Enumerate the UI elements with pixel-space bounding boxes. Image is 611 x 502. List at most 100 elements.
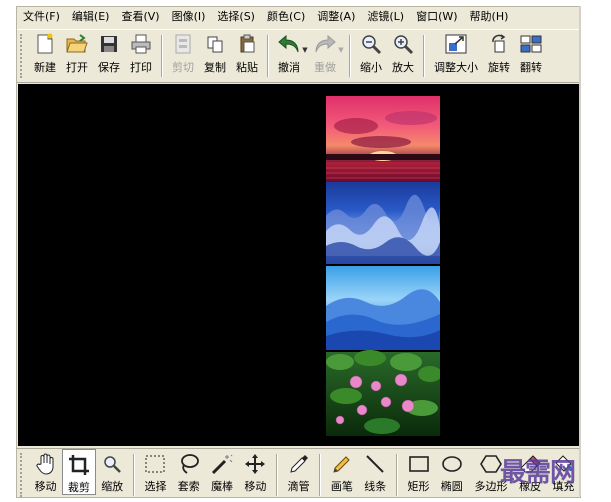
rotate-label: 旋转 — [488, 61, 510, 74]
rectangle-tool[interactable]: 矩形 — [402, 449, 435, 495]
save-button[interactable]: 保存 — [93, 30, 125, 78]
pencil-icon — [331, 453, 353, 475]
menu-edit[interactable]: 编辑(E) — [66, 7, 116, 27]
zoom-out-label: 缩小 — [360, 61, 382, 74]
new-label: 新建 — [34, 61, 56, 74]
flip-button[interactable]: 翻转 — [515, 30, 547, 78]
zoom-in-icon — [392, 33, 414, 55]
menu-window[interactable]: 窗口(W) — [410, 7, 463, 27]
marquee-icon — [144, 453, 166, 475]
app-window: 文件(F) 编辑(E) 查看(V) 图像(I) 选择(S) 颜色(C) 调整(A… — [16, 6, 581, 498]
undo-arrow-icon — [278, 33, 300, 55]
cut-icon — [172, 33, 194, 55]
floppy-disk-icon — [98, 33, 120, 55]
main-toolbar: 新建 打开 保存 打印 剪切 复制 粘贴 撤消 ▼ 重做 ▼ 缩小 放大 调整大… — [17, 29, 580, 83]
undo-label: 撤消 — [278, 61, 300, 74]
copy-icon — [204, 33, 226, 55]
hand-icon — [35, 453, 57, 475]
open-folder-icon — [66, 33, 88, 55]
tools-separator — [319, 454, 322, 496]
flip-icon — [520, 33, 542, 55]
menu-file[interactable]: 文件(F) — [17, 7, 66, 27]
open-label: 打开 — [66, 61, 88, 74]
new-file-icon — [34, 33, 56, 55]
sunset-photo — [326, 96, 440, 182]
menu-image[interactable]: 图像(I) — [166, 7, 212, 27]
new-button[interactable]: 新建 — [29, 30, 61, 78]
magic-wand-icon — [211, 453, 233, 475]
photo-strip[interactable] — [326, 96, 440, 436]
toolbar-separator — [161, 35, 163, 77]
crop-icon — [68, 454, 90, 476]
toolbar-separator — [349, 35, 351, 77]
move-selection-tool[interactable]: 移动 — [239, 449, 272, 495]
watermark-logo: 最需网 — [500, 458, 576, 488]
tools-bar: 移动 裁剪 缩放 选择 套索 魔棒 移动 滴管 画笔 线条 矩形 椭圆 多边形 … — [17, 448, 580, 497]
pencil-label: 画笔 — [330, 480, 353, 493]
menu-filter[interactable]: 滤镜(L) — [361, 7, 410, 27]
copy-button[interactable]: 复制 — [199, 30, 231, 78]
magic-wand-tool[interactable]: 魔棒 — [205, 449, 238, 495]
magic-wand-label: 魔棒 — [211, 480, 234, 493]
zoom-in-button[interactable]: 放大 — [387, 30, 419, 78]
toolbar-separator — [267, 35, 269, 77]
line-tool[interactable]: 线条 — [359, 449, 392, 495]
zoom-out-button[interactable]: 缩小 — [355, 30, 387, 78]
zoom-in-label: 放大 — [392, 61, 414, 74]
cut-button[interactable]: 剪切 — [167, 30, 199, 78]
rotate-button[interactable]: 旋转 — [483, 30, 515, 78]
crop-label: 裁剪 — [67, 481, 90, 494]
print-button[interactable]: 打印 — [125, 30, 157, 78]
menu-adjust[interactable]: 调整(A) — [311, 7, 361, 27]
lasso-icon — [178, 453, 200, 475]
crop-tool[interactable]: 裁剪 — [62, 449, 96, 495]
move-arrows-icon — [244, 453, 266, 475]
menu-bar: 文件(F) 编辑(E) 查看(V) 图像(I) 选择(S) 颜色(C) 调整(A… — [17, 7, 580, 27]
lasso-label: 套索 — [177, 480, 200, 493]
menu-view[interactable]: 查看(V) — [115, 7, 165, 27]
copy-label: 复制 — [204, 61, 226, 74]
paste-icon — [236, 33, 258, 55]
ellipse-icon — [441, 453, 463, 475]
rotate-icon — [488, 33, 510, 55]
ellipse-tool[interactable]: 椭圆 — [435, 449, 468, 495]
menu-help[interactable]: 帮助(H) — [464, 7, 515, 27]
rectangle-icon — [408, 453, 430, 475]
image-canvas[interactable] — [18, 84, 579, 446]
printer-icon — [130, 33, 152, 55]
zoom-tool[interactable]: 缩放 — [96, 449, 129, 495]
cut-label: 剪切 — [172, 61, 194, 74]
paste-button[interactable]: 粘贴 — [231, 30, 263, 78]
line-label: 线条 — [364, 480, 387, 493]
redo-arrow-icon — [314, 33, 336, 55]
resize-icon — [445, 33, 467, 55]
move-selection-label: 移动 — [244, 480, 267, 493]
lasso-tool[interactable]: 套索 — [172, 449, 205, 495]
eyedropper-tool[interactable]: 滴管 — [282, 449, 315, 495]
tools-separator — [276, 454, 278, 496]
open-button[interactable]: 打开 — [61, 30, 93, 78]
save-label: 保存 — [98, 61, 120, 74]
zoom-out-icon — [360, 33, 382, 55]
redo-label: 重做 — [314, 61, 336, 74]
tools-grip[interactable] — [20, 453, 26, 497]
eyedropper-label: 滴管 — [287, 480, 310, 493]
pencil-tool[interactable]: 画笔 — [325, 449, 358, 495]
lotus-pond-photo — [326, 350, 440, 436]
pan-tool[interactable]: 移动 — [29, 449, 62, 495]
resize-button[interactable]: 调整大小 — [429, 30, 483, 78]
tools-separator — [395, 454, 398, 496]
frost-trees-photo — [326, 182, 440, 264]
paste-label: 粘贴 — [236, 61, 258, 74]
menu-select[interactable]: 选择(S) — [211, 7, 261, 27]
pan-label: 移动 — [34, 480, 57, 493]
polygon-icon — [480, 453, 502, 475]
menu-color[interactable]: 颜色(C) — [261, 7, 311, 27]
print-label: 打印 — [130, 61, 152, 74]
toolbar-separator — [423, 35, 425, 77]
toolbar-grip[interactable] — [20, 34, 26, 78]
window-edge — [579, 6, 581, 496]
rect-select-tool[interactable]: 选择 — [139, 449, 172, 495]
redo-dropdown-chevron-icon[interactable]: ▼ — [337, 30, 345, 78]
undo-dropdown-chevron-icon[interactable]: ▼ — [301, 30, 309, 78]
